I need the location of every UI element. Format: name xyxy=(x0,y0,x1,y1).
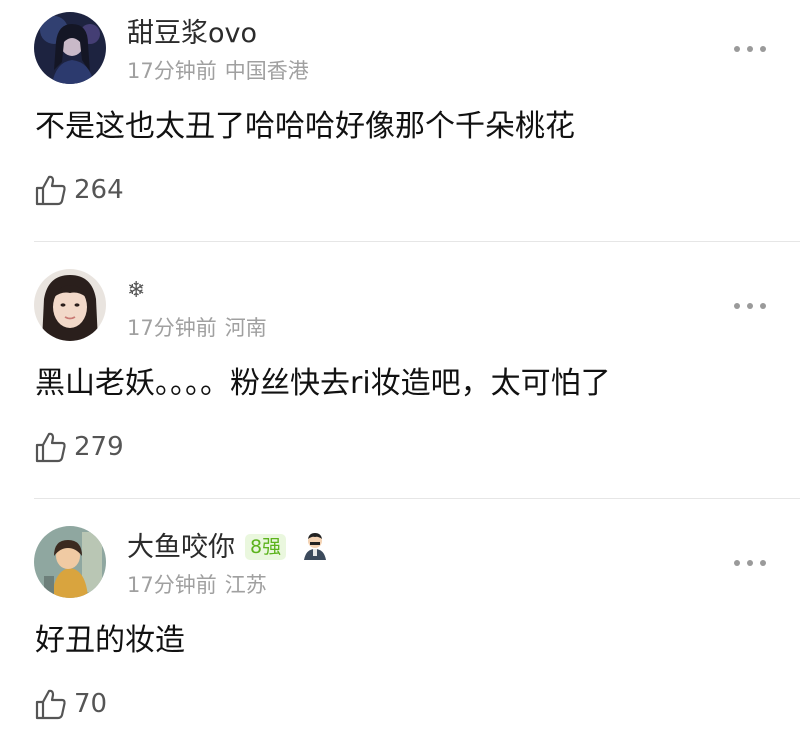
comment-location: 河南 xyxy=(224,316,267,340)
avatar[interactable] xyxy=(34,526,106,598)
level-badge: 8强 xyxy=(245,534,287,560)
comment-item: 大鱼咬你 8强 17分钟前 江苏 好丑的妆造 70 xyxy=(0,514,800,733)
comment-meta: 17分钟前 河南 xyxy=(127,314,267,342)
comment-time: 17分钟前 xyxy=(127,316,217,340)
more-dots-icon[interactable] xyxy=(734,558,766,568)
comment-item: 甜豆浆ovo 17分钟前 中国香港 不是这也太丑了哈哈哈好像那个千朵桃花 264 xyxy=(0,0,800,240)
comment-time: 17分钟前 xyxy=(127,59,217,83)
comment-item: ❄ 17分钟前 河南 黑山老妖。。。。粉丝快去ri妆造吧，太可怕了 279 xyxy=(0,257,800,497)
more-dots-icon[interactable] xyxy=(734,301,766,311)
like-button[interactable]: 264 xyxy=(34,172,124,208)
comment-text: 好丑的妆造 xyxy=(35,623,185,658)
user-medal-icon xyxy=(304,533,327,560)
comment-time: 17分钟前 xyxy=(127,573,217,597)
username-label[interactable]: 大鱼咬你 xyxy=(127,532,235,563)
comment-location: 中国香港 xyxy=(224,59,309,83)
divider xyxy=(34,241,800,242)
comment-text: 黑山老妖。。。。粉丝快去ri妆造吧，太可怕了 xyxy=(35,366,611,401)
like-count: 279 xyxy=(74,432,124,462)
like-count: 70 xyxy=(74,689,108,719)
comment-meta: 17分钟前 中国香港 xyxy=(127,57,309,85)
comment-text: 不是这也太丑了哈哈哈好像那个千朵桃花 xyxy=(35,109,575,144)
avatar[interactable] xyxy=(34,269,106,341)
avatar[interactable] xyxy=(34,12,106,84)
comment-location: 江苏 xyxy=(224,573,267,597)
like-button[interactable]: 279 xyxy=(34,429,124,465)
thumbs-up-icon xyxy=(35,432,66,463)
divider xyxy=(34,498,800,499)
more-dots-icon[interactable] xyxy=(734,44,766,54)
username: 大鱼咬你 8强 xyxy=(127,530,330,566)
username[interactable]: ❄ xyxy=(127,273,145,309)
like-count: 264 xyxy=(74,175,124,205)
like-button[interactable]: 70 xyxy=(34,686,107,722)
comment-meta: 17分钟前 江苏 xyxy=(127,571,267,599)
thumbs-up-icon xyxy=(35,175,66,206)
username[interactable]: 甜豆浆ovo xyxy=(127,16,257,52)
thumbs-up-icon xyxy=(35,689,66,720)
